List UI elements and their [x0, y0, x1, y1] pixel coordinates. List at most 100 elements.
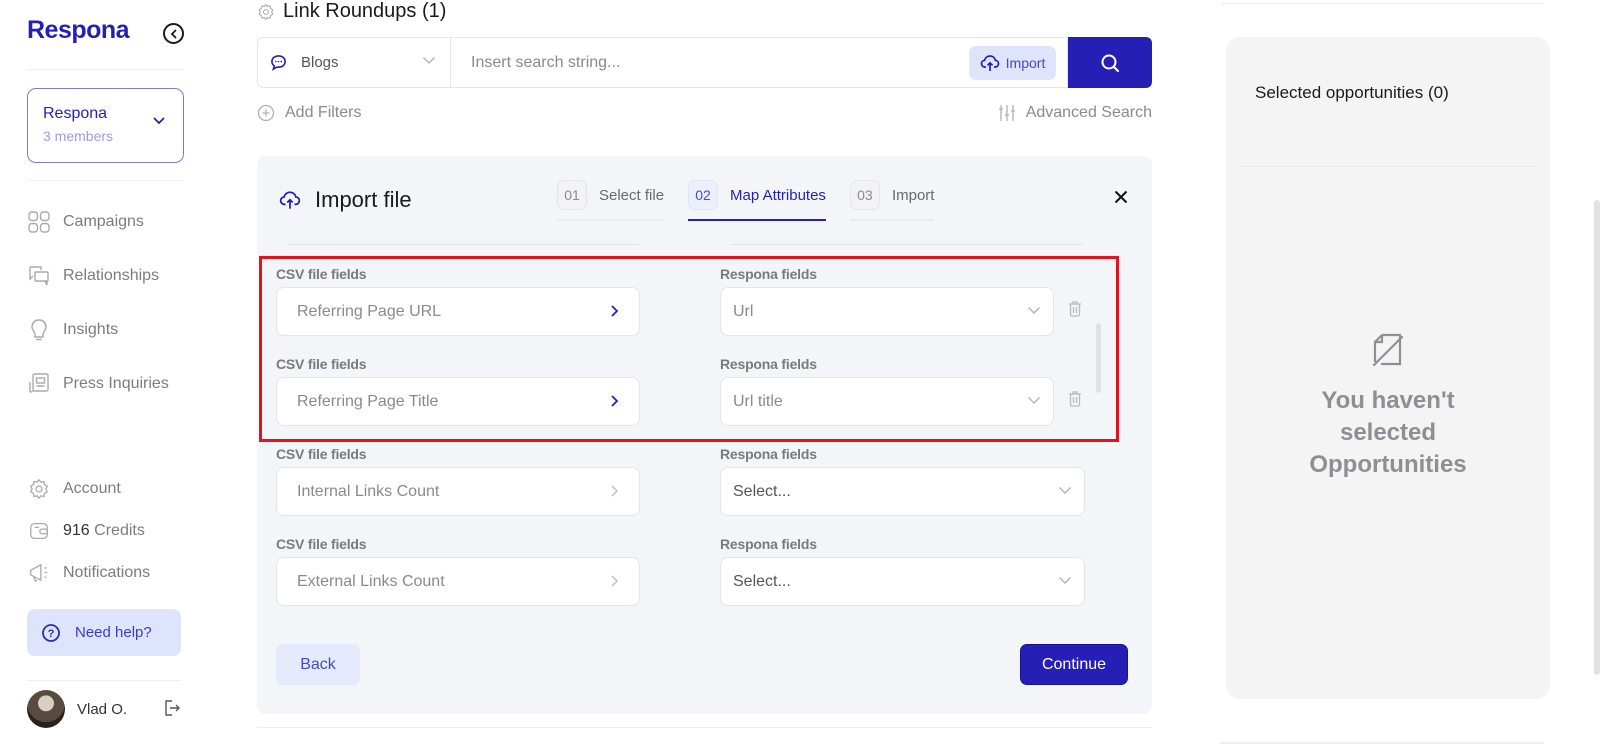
chevron-right-icon — [611, 485, 618, 497]
grid-icon — [27, 210, 51, 234]
chevron-down-icon — [422, 56, 436, 65]
trash-icon — [1069, 391, 1081, 407]
import-panel-header: Import file — [279, 187, 412, 213]
csv-field-label: CSV file fields — [276, 446, 367, 462]
divider — [1240, 166, 1536, 167]
csv-field[interactable]: Internal Links Count — [276, 467, 640, 516]
sidebar: Respona Respona 3 members Campaigns Rela… — [0, 0, 210, 745]
cloud-upload-icon — [279, 191, 301, 209]
empty-state: You haven't selected Opportunities — [1226, 332, 1550, 481]
page-title-text: Link Roundups (1) — [283, 0, 447, 22]
sidebar-item-notifications[interactable]: Notifications — [27, 560, 150, 586]
search-button[interactable] — [1068, 37, 1152, 88]
chevron-left-icon — [170, 29, 176, 38]
sliders-icon — [998, 105, 1015, 121]
csv-field-value: Referring Page Title — [297, 392, 439, 410]
continue-button[interactable]: Continue — [1020, 644, 1128, 685]
import-button[interactable]: Import — [969, 46, 1056, 80]
respona-field-value: Select... — [733, 482, 791, 500]
workspace-name: Respona — [43, 105, 108, 122]
workspace-switcher[interactable]: Respona 3 members — [27, 88, 184, 163]
step-label: Map Attributes — [730, 186, 826, 204]
app: Respona Respona 3 members Campaigns Rela… — [0, 0, 1600, 745]
chevron-right-icon — [611, 395, 619, 407]
csv-field-label: CSV file fields — [276, 266, 367, 282]
csv-field[interactable]: Referring Page Title — [276, 377, 640, 426]
need-help-button[interactable]: ? Need help? — [27, 609, 181, 656]
chevron-down-icon — [153, 117, 165, 125]
import-panel-title: Import file — [315, 187, 412, 212]
page-scrollbar[interactable] — [1594, 200, 1600, 675]
respona-field-label: Respona fields — [720, 266, 817, 282]
add-filters-button[interactable]: Add Filters — [257, 104, 361, 122]
respona-field-value: Select... — [733, 572, 791, 590]
step-map-attributes[interactable]: 02 Map Attributes — [688, 180, 826, 221]
delete-mapping-button[interactable] — [1068, 300, 1082, 322]
sidebar-divider — [27, 180, 184, 181]
wallet-icon — [27, 519, 51, 543]
sidebar-divider — [27, 680, 181, 681]
divider — [731, 244, 1083, 245]
sidebar-item-label: Account — [63, 480, 121, 497]
search-bar: Blogs Import — [257, 37, 1152, 88]
source-type-value: Blogs — [301, 54, 339, 71]
mapping-scrollbar[interactable] — [1096, 323, 1101, 393]
search-field: Import — [450, 37, 1068, 88]
respona-field-label: Respona fields — [720, 356, 817, 372]
user-profile[interactable]: Vlad O. — [27, 690, 127, 728]
respona-field-label: Respona fields — [720, 536, 817, 552]
import-label: Import — [1005, 55, 1046, 71]
logo: Respona — [27, 16, 130, 44]
back-button[interactable]: Back — [276, 644, 360, 685]
mapping-row: CSV file fields External Links Count Res… — [276, 536, 1096, 616]
avatar — [27, 690, 65, 728]
sidebar-item-campaigns[interactable]: Campaigns — [27, 209, 144, 235]
chevron-right-icon — [611, 575, 618, 587]
collapse-sidebar-button[interactable] — [163, 23, 184, 44]
respona-field-select[interactable]: Url — [720, 287, 1054, 336]
delete-mapping-button[interactable] — [1068, 390, 1082, 412]
sidebar-item-insights[interactable]: Insights — [27, 317, 118, 343]
csv-field-label: CSV file fields — [276, 356, 367, 372]
empty-state-line: Opportunities — [1309, 451, 1467, 478]
workspace-members: 3 members — [43, 128, 114, 144]
logout-button[interactable] — [163, 699, 181, 722]
step-number: 01 — [557, 180, 587, 210]
plus-circle-icon — [257, 104, 275, 122]
close-import-button[interactable] — [1114, 190, 1128, 209]
respona-field-select[interactable]: Select... — [720, 557, 1085, 606]
csv-field[interactable]: Referring Page URL — [276, 287, 640, 336]
divider — [287, 244, 639, 245]
sidebar-item-press-inquiries[interactable]: Press Inquiries — [27, 371, 169, 397]
svg-text:?: ? — [48, 628, 55, 640]
csv-field-value: Referring Page URL — [297, 302, 442, 320]
search-input[interactable] — [471, 53, 931, 72]
sidebar-divider — [27, 69, 184, 70]
step-label: Import — [891, 186, 935, 204]
chevron-down-icon — [1058, 486, 1072, 495]
csv-field[interactable]: External Links Count — [276, 557, 640, 606]
step-import[interactable]: 03 Import — [849, 180, 935, 221]
step-select-file[interactable]: 01 Select file — [557, 180, 665, 221]
sidebar-item-label: Campaigns — [63, 213, 144, 230]
step-number: 02 — [688, 180, 719, 210]
chat-bubbles-icon — [27, 264, 51, 288]
sidebar-item-credits[interactable]: 916 Credits — [27, 518, 145, 544]
divider — [257, 727, 1152, 728]
source-type-select[interactable]: Blogs — [257, 37, 450, 88]
lightbulb-icon — [27, 318, 51, 342]
sidebar-item-relationships[interactable]: Relationships — [27, 263, 159, 289]
sidebar-item-account[interactable]: Account — [27, 476, 121, 502]
respona-field-select[interactable]: Url title — [720, 377, 1054, 426]
chevron-down-icon — [1027, 396, 1041, 405]
mapping-row: CSV file fields Referring Page URL Respo… — [276, 266, 1096, 356]
cloud-upload-icon — [980, 55, 1000, 71]
import-file-panel: Import file 01 Select file 02 Map Attrib… — [257, 156, 1152, 714]
sidebar-item-label: Relationships — [63, 267, 160, 284]
advanced-search-button[interactable]: Advanced Search — [998, 104, 1152, 122]
respona-field-select[interactable]: Select... — [720, 467, 1085, 516]
empty-state-line: You haven't — [1321, 387, 1455, 414]
no-documents-icon — [1372, 333, 1404, 367]
question-circle-icon: ? — [42, 623, 60, 642]
divider — [1220, 3, 1544, 4]
